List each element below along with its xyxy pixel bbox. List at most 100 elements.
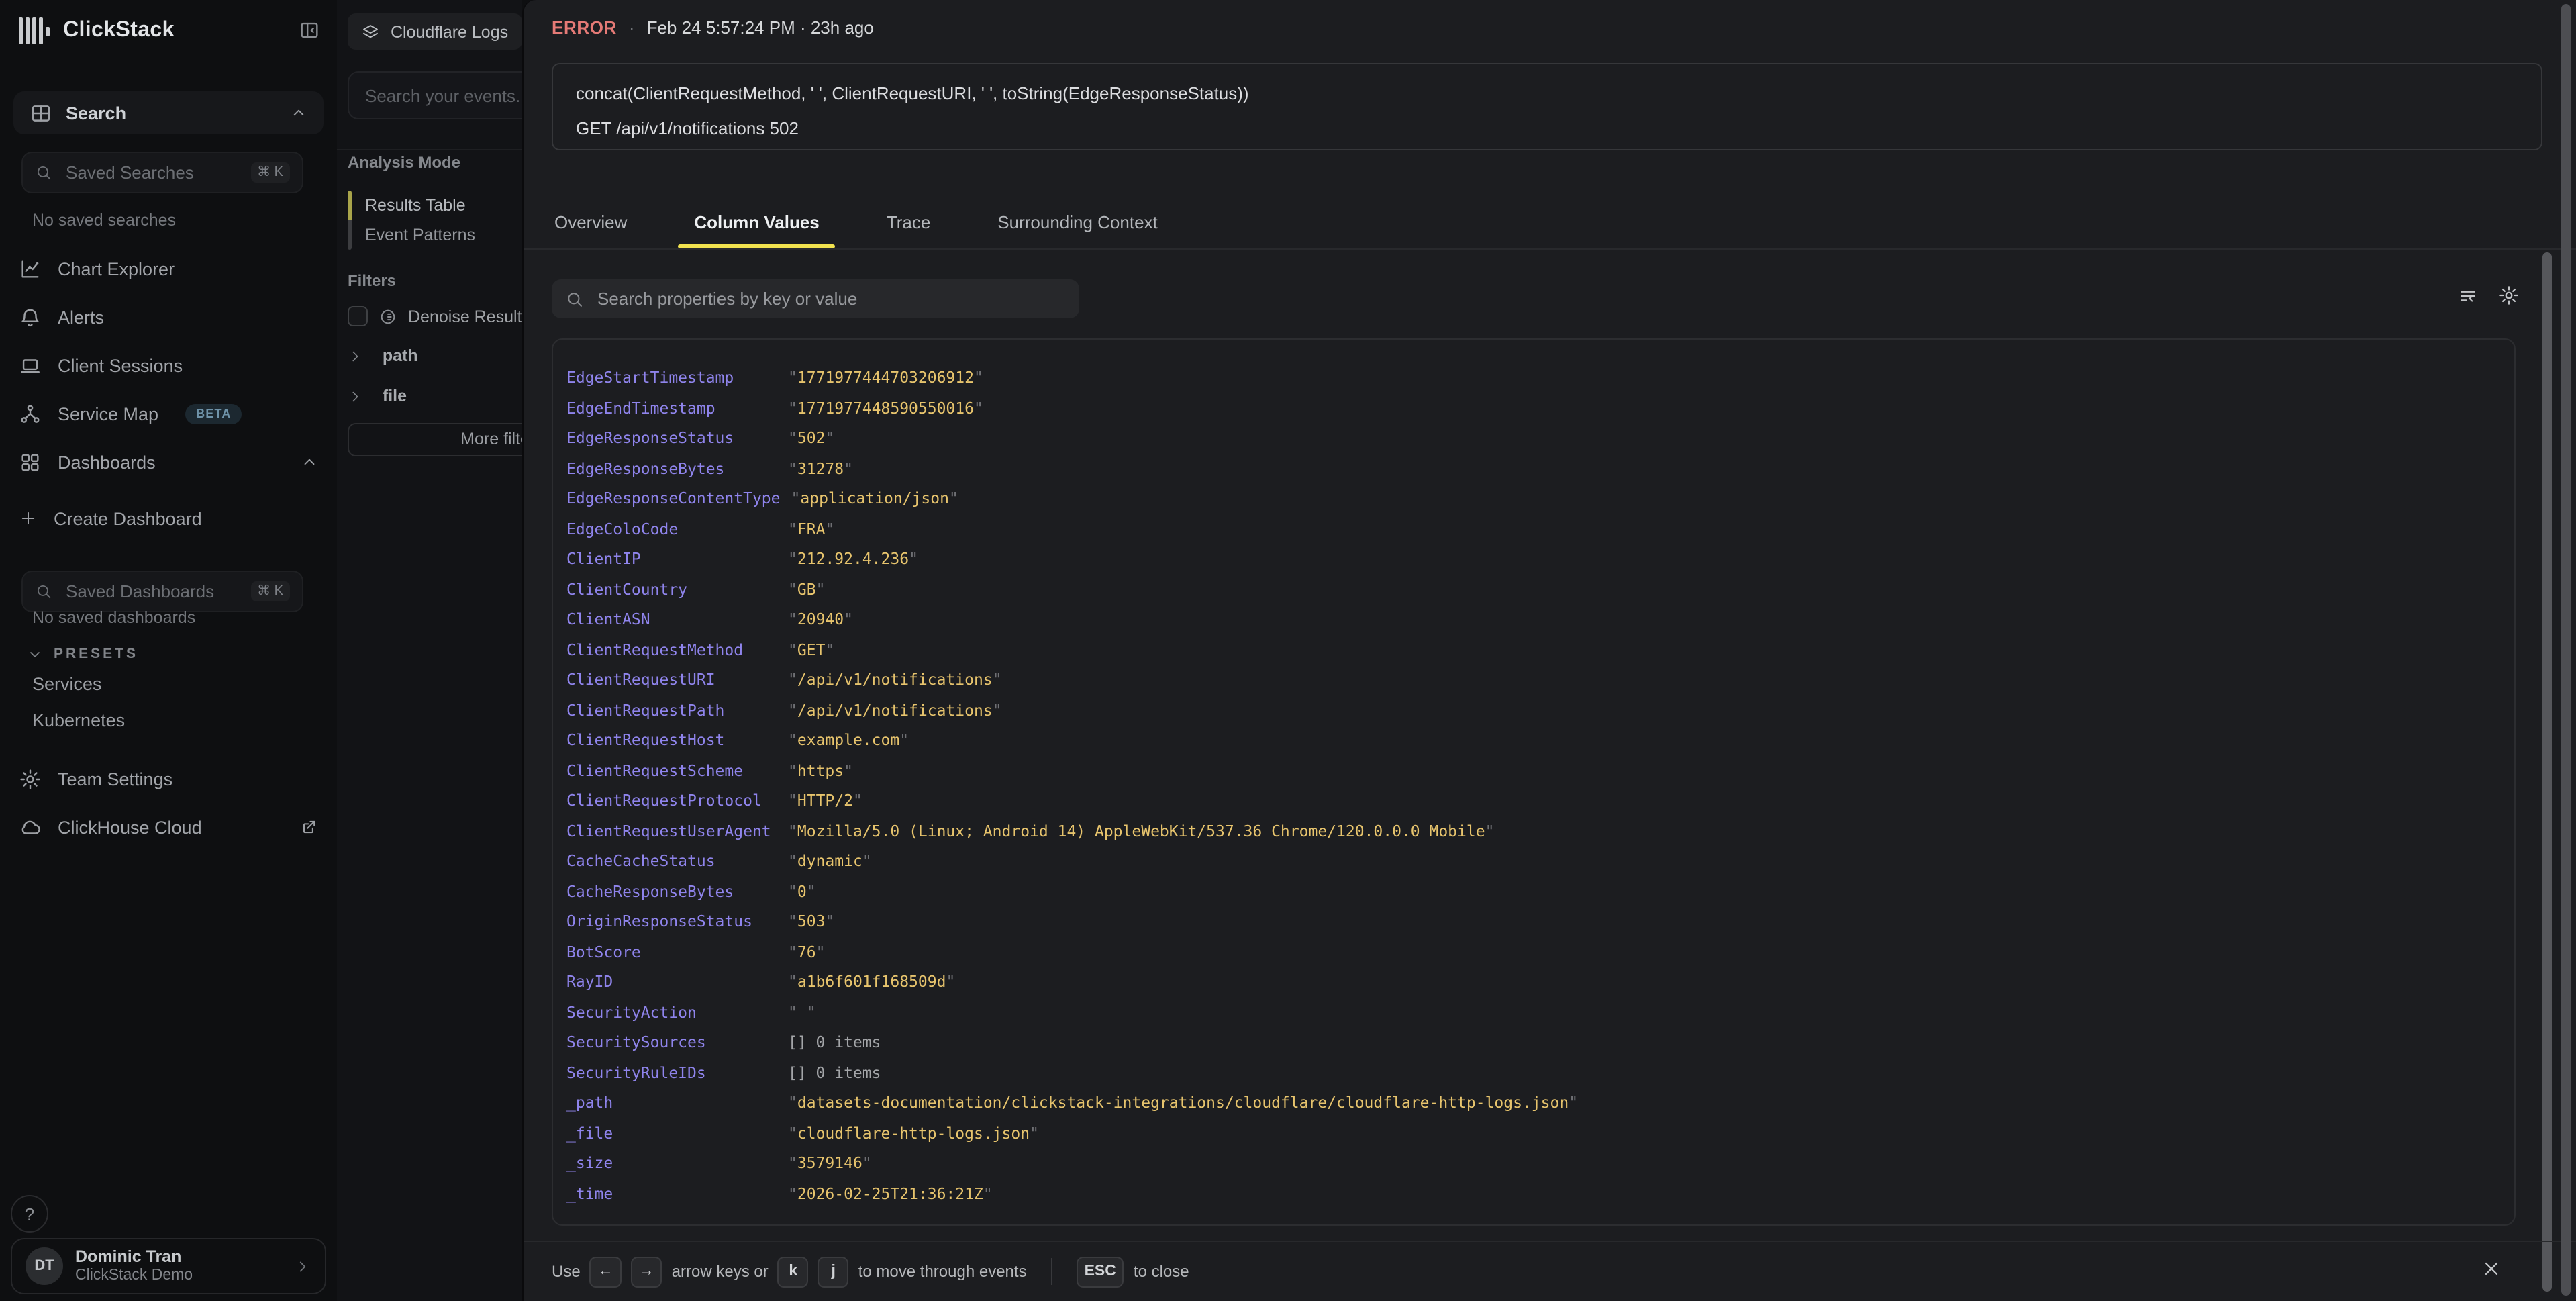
sidebar-item-service-map[interactable]: Service Map BETA [19, 397, 318, 430]
property-value: "1771977444703206912" [788, 369, 983, 387]
saved-searches-input[interactable]: ⌘ K [21, 152, 303, 193]
mode-results-table[interactable]: Results Table [365, 191, 466, 220]
property-row[interactable]: ClientRequestScheme"https" [566, 755, 2501, 785]
chart-icon [19, 257, 42, 280]
property-row[interactable]: EdgeResponseBytes"31278" [566, 453, 2501, 483]
sidebar-item-dashboards[interactable]: Dashboards [19, 446, 318, 478]
property-row[interactable]: BotScore"76" [566, 936, 2501, 967]
property-key: SecurityAction [566, 1003, 788, 1022]
sidebar-item-label: Team Settings [58, 769, 172, 789]
presets-toggle[interactable]: PRESETS [27, 646, 138, 662]
event-search-field[interactable] [362, 84, 522, 107]
property-key: _size [566, 1154, 788, 1173]
property-key: CacheResponseBytes [566, 882, 788, 901]
property-row[interactable]: SecuritySources[] 0 items [566, 1027, 2501, 1057]
property-row[interactable]: EdgeResponseContentType"application/json… [566, 483, 2501, 514]
beta-badge: BETA [185, 403, 242, 424]
property-row[interactable]: EdgeStartTimestamp"1771977444703206912" [566, 363, 2501, 393]
tab-overview[interactable]: Overview [538, 204, 643, 248]
clickstack-logo-icon [19, 17, 50, 44]
properties-search-input[interactable] [552, 279, 1079, 318]
sidebar-item-client-sessions[interactable]: Client Sessions [19, 349, 318, 381]
no-saved-searches-text: No saved searches [32, 211, 176, 230]
search-config-panel: Cloudflare Logs Analysis Mode Results Ta… [337, 0, 522, 1301]
property-row[interactable]: OriginResponseStatus"503" [566, 906, 2501, 936]
properties-search-field[interactable] [595, 287, 1066, 310]
denoise-label[interactable]: Denoise Results [408, 307, 522, 326]
arrow-right-keycap: → [631, 1256, 662, 1287]
sidebar-item-team-settings[interactable]: Team Settings [19, 763, 318, 795]
property-row[interactable]: _size"3579146" [566, 1148, 2501, 1178]
property-row[interactable]: ClientRequestProtocol"HTTP/2" [566, 785, 2501, 816]
property-row[interactable]: _file"cloudflare-http-logs.json" [566, 1118, 2501, 1148]
sidebar-item-search[interactable]: Search [13, 91, 324, 134]
preset-kubernetes[interactable]: Kubernetes [32, 710, 125, 730]
event-header: ERROR · Feb 24 5:57:24 PM · 23h ago [552, 17, 874, 38]
property-row[interactable]: CacheCacheStatus"dynamic" [566, 846, 2501, 876]
create-dashboard-button[interactable]: Create Dashboard [19, 502, 318, 534]
property-row[interactable]: _path"datasets-documentation/clickstack-… [566, 1088, 2501, 1118]
saved-searches-field[interactable] [63, 161, 240, 184]
mode-event-patterns[interactable]: Event Patterns [365, 220, 475, 250]
plus-icon [19, 509, 38, 528]
property-value: "dynamic" [788, 852, 872, 871]
sidebar-collapse-icon[interactable] [298, 19, 321, 42]
property-row[interactable]: ClientRequestPath"/api/v1/notifications" [566, 695, 2501, 725]
property-value: "FRA" [788, 520, 834, 538]
property-value: " " [788, 1003, 816, 1022]
wrap-lines-icon[interactable] [2458, 286, 2478, 306]
event-result: GET /api/v1/notifications 502 [576, 111, 2518, 146]
property-row[interactable]: ClientRequestUserAgent"Mozilla/5.0 (Linu… [566, 816, 2501, 846]
denoise-checkbox[interactable] [348, 306, 368, 326]
user-card[interactable]: DT Dominic Tran ClickStack Demo [11, 1238, 326, 1294]
cloud-icon [19, 816, 42, 838]
preset-services[interactable]: Services [32, 674, 102, 694]
event-details-drawer: ERROR · Feb 24 5:57:24 PM · 23h ago conc… [522, 0, 2576, 1301]
sidebar-item-label: Chart Explorer [58, 258, 175, 279]
property-value: [] 0 items [788, 1063, 881, 1082]
property-row[interactable]: ClientRequestMethod"GET" [566, 634, 2501, 665]
property-row[interactable]: RayID"a1b6f601f168509d" [566, 967, 2501, 997]
saved-dashboards-input[interactable]: ⌘ K [21, 571, 303, 612]
close-icon[interactable] [2481, 1258, 2502, 1280]
sidebar-item-chart-explorer[interactable]: Chart Explorer [19, 252, 318, 285]
property-row[interactable]: EdgeColoCode"FRA" [566, 514, 2501, 544]
property-row[interactable]: ClientIP"212.92.4.236" [566, 544, 2501, 574]
tab-column-values[interactable]: Column Values [678, 204, 835, 248]
property-key: ClientRequestHost [566, 731, 788, 750]
property-row[interactable]: EdgeResponseStatus"502" [566, 423, 2501, 453]
filter-group-file[interactable]: _file [348, 387, 407, 405]
property-row[interactable]: EdgeEndTimestamp"1771977448590550016" [566, 393, 2501, 423]
property-row[interactable]: ClientRequestURI"/api/v1/notifications" [566, 665, 2501, 695]
drawer-scrollbar[interactable] [2542, 252, 2552, 1292]
property-row[interactable]: ClientASN"20940" [566, 604, 2501, 634]
filters-heading: Filters [348, 271, 396, 290]
gear-icon[interactable] [2498, 285, 2520, 306]
tab-surrounding-context[interactable]: Surrounding Context [981, 204, 1174, 248]
property-row[interactable]: SecurityRuleIDs[] 0 items [566, 1057, 2501, 1088]
property-row[interactable]: _time"2026-02-25T21:36:21Z" [566, 1178, 2501, 1208]
tab-trace[interactable]: Trace [871, 204, 947, 248]
window-scrollbar[interactable] [2561, 4, 2571, 1296]
event-search-input[interactable] [348, 71, 522, 119]
property-value: "HTTP/2" [788, 791, 862, 810]
user-name: Dominic Tran [75, 1247, 282, 1267]
property-row[interactable]: SecurityAction" " [566, 997, 2501, 1027]
sidebar-item-clickhouse-cloud[interactable]: ClickHouse Cloud [19, 811, 318, 843]
denoise-filter-row: Denoise Results [348, 306, 522, 326]
property-row[interactable]: ClientRequestHost"example.com" [566, 725, 2501, 755]
property-value: "76" [788, 943, 825, 961]
app-root: ClickStack Search ⌘ K No saved searches [0, 0, 2576, 1301]
property-row[interactable]: ClientCountry"GB" [566, 574, 2501, 604]
search-icon [35, 164, 52, 181]
sidebar-item-alerts[interactable]: Alerts [19, 301, 318, 333]
help-button[interactable]: ? [11, 1195, 48, 1233]
property-value: "GET" [788, 640, 834, 659]
event-expression: concat(ClientRequestMethod, ' ', ClientR… [576, 77, 2518, 111]
event-body-box: concat(ClientRequestMethod, ' ', ClientR… [552, 63, 2542, 150]
more-filters-button[interactable]: More filters [348, 423, 522, 456]
filter-group-path[interactable]: _path [348, 346, 418, 365]
source-selector[interactable]: Cloudflare Logs [348, 13, 522, 50]
saved-dashboards-field[interactable] [63, 580, 240, 603]
property-row[interactable]: CacheResponseBytes"0" [566, 876, 2501, 906]
